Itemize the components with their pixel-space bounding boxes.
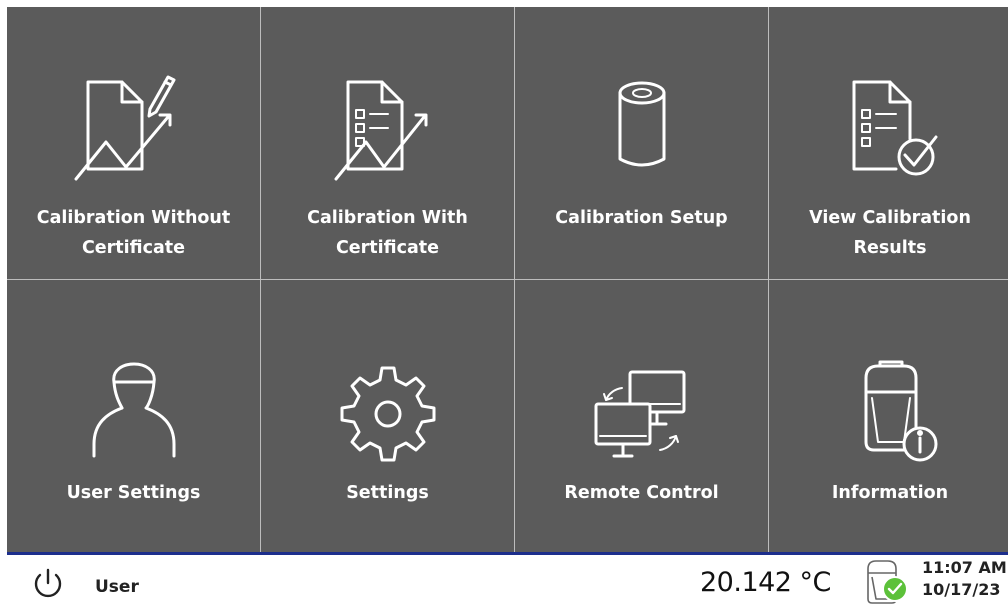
device-status-icon[interactable] [860,557,912,607]
tile-label: View Calibration Results [809,208,971,258]
gear-icon [318,332,458,472]
tile-label: Settings [346,483,429,503]
main-menu-grid: Calibration Without Certificate Calibrati… [7,7,1008,553]
settings-button[interactable]: Settings [261,280,514,553]
calibration-with-certificate-icon [318,49,458,189]
tile-label: Remote Control [564,483,719,503]
current-user-label[interactable]: User [95,577,139,597]
calibration-with-certificate-button[interactable]: Calibration With Certificate [261,7,514,279]
information-button[interactable]: Information [769,280,1008,553]
calibration-setup-button[interactable]: Calibration Setup [515,7,768,279]
date-text: 10/17/23 [922,580,1001,599]
tile-label: Calibration Setup [555,208,728,228]
status-bar: User 20.142 °C 11:07 AM 10/17/23 [0,555,1008,610]
calibration-without-certificate-button[interactable]: Calibration Without Certificate [7,7,260,279]
roll-icon [572,49,712,189]
view-calibration-results-button[interactable]: View Calibration Results [769,7,1008,279]
device-info-icon [820,332,960,472]
temperature-readout: 20.142 °C [700,567,831,598]
user-settings-button[interactable]: User Settings [7,280,260,553]
tile-label: Calibration Without Certificate [36,208,231,258]
clock: 11:07 AM 10/17/23 [922,557,1007,601]
tile-label: Information [831,483,949,503]
tile-label: User Settings [66,483,201,503]
power-icon[interactable] [30,566,66,602]
remote-monitors-icon [572,332,712,472]
calibration-without-certificate-icon [64,49,204,189]
time-text: 11:07 AM [922,558,1007,577]
checked-document-icon [820,49,960,189]
remote-control-button[interactable]: Remote Control [515,280,768,553]
tile-label: Calibration With Certificate [307,208,468,258]
user-icon [64,332,204,472]
